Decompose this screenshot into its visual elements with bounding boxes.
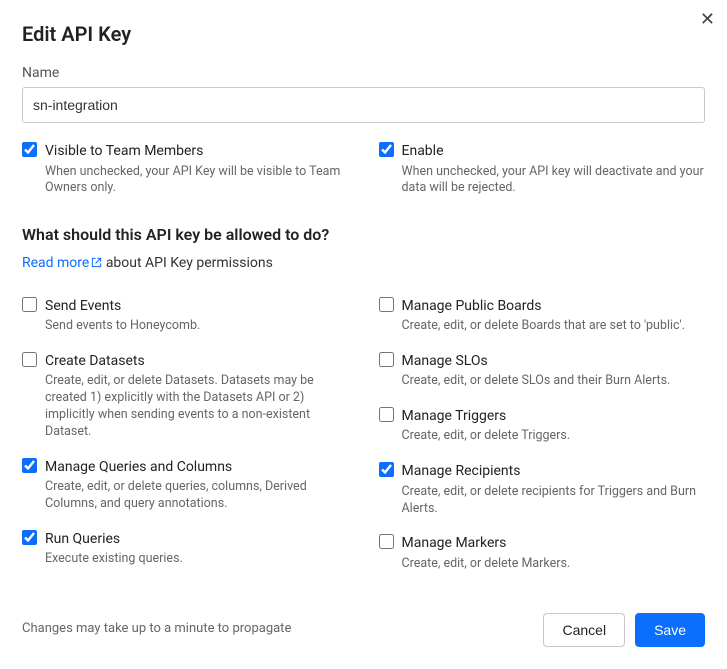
enable-checkbox[interactable] [379,142,394,157]
permission-manage_queries-label: Manage Queries and Columns [45,457,349,477]
permission-manage_slos-checkbox[interactable] [379,352,394,367]
permission-manage_triggers: Manage Triggers Create, edit, or delete T… [379,406,706,445]
permissions-right-column: Manage Public Boards Create, edit, or del… [379,296,706,573]
permissions-left-column: Send Events Send events to Honeycomb. Crea… [22,296,349,573]
permission-run_queries-checkbox[interactable] [22,530,37,545]
enable-label: Enable [402,141,706,161]
close-icon: ✕ [700,9,715,29]
top-options-row: Visible to Team Members When unchecked, … [22,141,705,197]
visible-label: Visible to Team Members [45,141,349,161]
permission-manage_slos-desc: Create, edit, or delete SLOs and their B… [402,373,706,390]
permission-manage_recipients: Manage Recipients Create, edit, or delete… [379,461,706,517]
save-button[interactable]: Save [635,613,705,647]
visible-checkbox[interactable] [22,142,37,157]
permission-manage_triggers-checkbox[interactable] [379,407,394,422]
permission-manage_slos: Manage SLOs Create, edit, or delete SLOs … [379,351,706,390]
permission-manage_boards-desc: Create, edit, or delete Boards that are … [402,318,706,335]
permission-create_datasets: Create DatasetsCreate, edit, or delete D… [22,351,349,441]
permissions-help-line: Read more about API Key permissions [22,253,705,274]
name-input[interactable] [22,87,705,123]
permission-manage_triggers-label: Manage Triggers [402,406,706,426]
permission-run_queries-desc: Execute existing queries. [45,551,349,568]
permission-create_datasets-checkbox[interactable] [22,352,37,367]
permission-manage_slos-label: Manage SLOs [402,351,706,371]
permission-manage_queries: Manage Queries and ColumnsCreate, edit, … [22,457,349,513]
permissions-help-suffix: about API Key permissions [102,255,273,271]
close-button[interactable]: ✕ [696,6,719,32]
permission-run_queries-label: Run Queries [45,529,349,549]
enable-option: Enable When unchecked, your API key will… [379,141,706,197]
footer-note: Changes may take up to a minute to propa… [22,620,291,639]
modal-footer: Changes may take up to a minute to propa… [22,573,705,647]
visible-desc: When unchecked, your API Key will be vis… [45,164,349,198]
permission-manage_queries-desc: Create, edit, or delete queries, columns… [45,479,349,513]
permissions-grid: Send Events Send events to Honeycomb. Crea… [22,296,705,573]
cancel-button[interactable]: Cancel [543,613,625,647]
visible-option: Visible to Team Members When unchecked, … [22,141,349,197]
permission-manage_markers-checkbox[interactable] [379,534,394,549]
enable-desc: When unchecked, your API key will deacti… [402,164,706,198]
permission-manage_markers-label: Manage Markers [402,533,706,553]
permission-manage_boards-checkbox[interactable] [379,297,394,312]
permission-manage_triggers-desc: Create, edit, or delete Triggers. [402,428,706,445]
permission-send_events-desc: Send events to Honeycomb. [45,318,349,335]
permission-manage_recipients-checkbox[interactable] [379,462,394,477]
permission-manage_recipients-desc: Create, edit, or delete recipients for T… [402,484,706,518]
name-label: Name [22,63,705,83]
permission-manage_markers: Manage Markers Create, edit, or delete Ma… [379,533,706,572]
permission-run_queries: Run Queries Execute existing queries. [22,529,349,568]
permission-send_events: Send Events Send events to Honeycomb. [22,296,349,335]
permission-create_datasets-desc: Create, edit, or delete Datasets. Datase… [45,373,349,441]
permission-manage_boards-label: Manage Public Boards [402,296,706,316]
permission-manage_queries-checkbox[interactable] [22,458,37,473]
permission-send_events-label: Send Events [45,296,349,316]
permission-create_datasets-label: Create Datasets [45,351,349,371]
external-link-icon [91,254,102,274]
permission-send_events-checkbox[interactable] [22,297,37,312]
modal-title: Edit API Key [22,20,705,49]
permission-manage_boards: Manage Public Boards Create, edit, or del… [379,296,706,335]
permissions-heading: What should this API key be allowed to d… [22,223,705,246]
permission-manage_markers-desc: Create, edit, or delete Markers. [402,556,706,573]
edit-api-key-modal: ✕ Edit API Key Name Visible to Team Memb… [0,0,727,669]
permission-manage_recipients-label: Manage Recipients [402,461,706,481]
read-more-link[interactable]: Read more [22,255,102,271]
